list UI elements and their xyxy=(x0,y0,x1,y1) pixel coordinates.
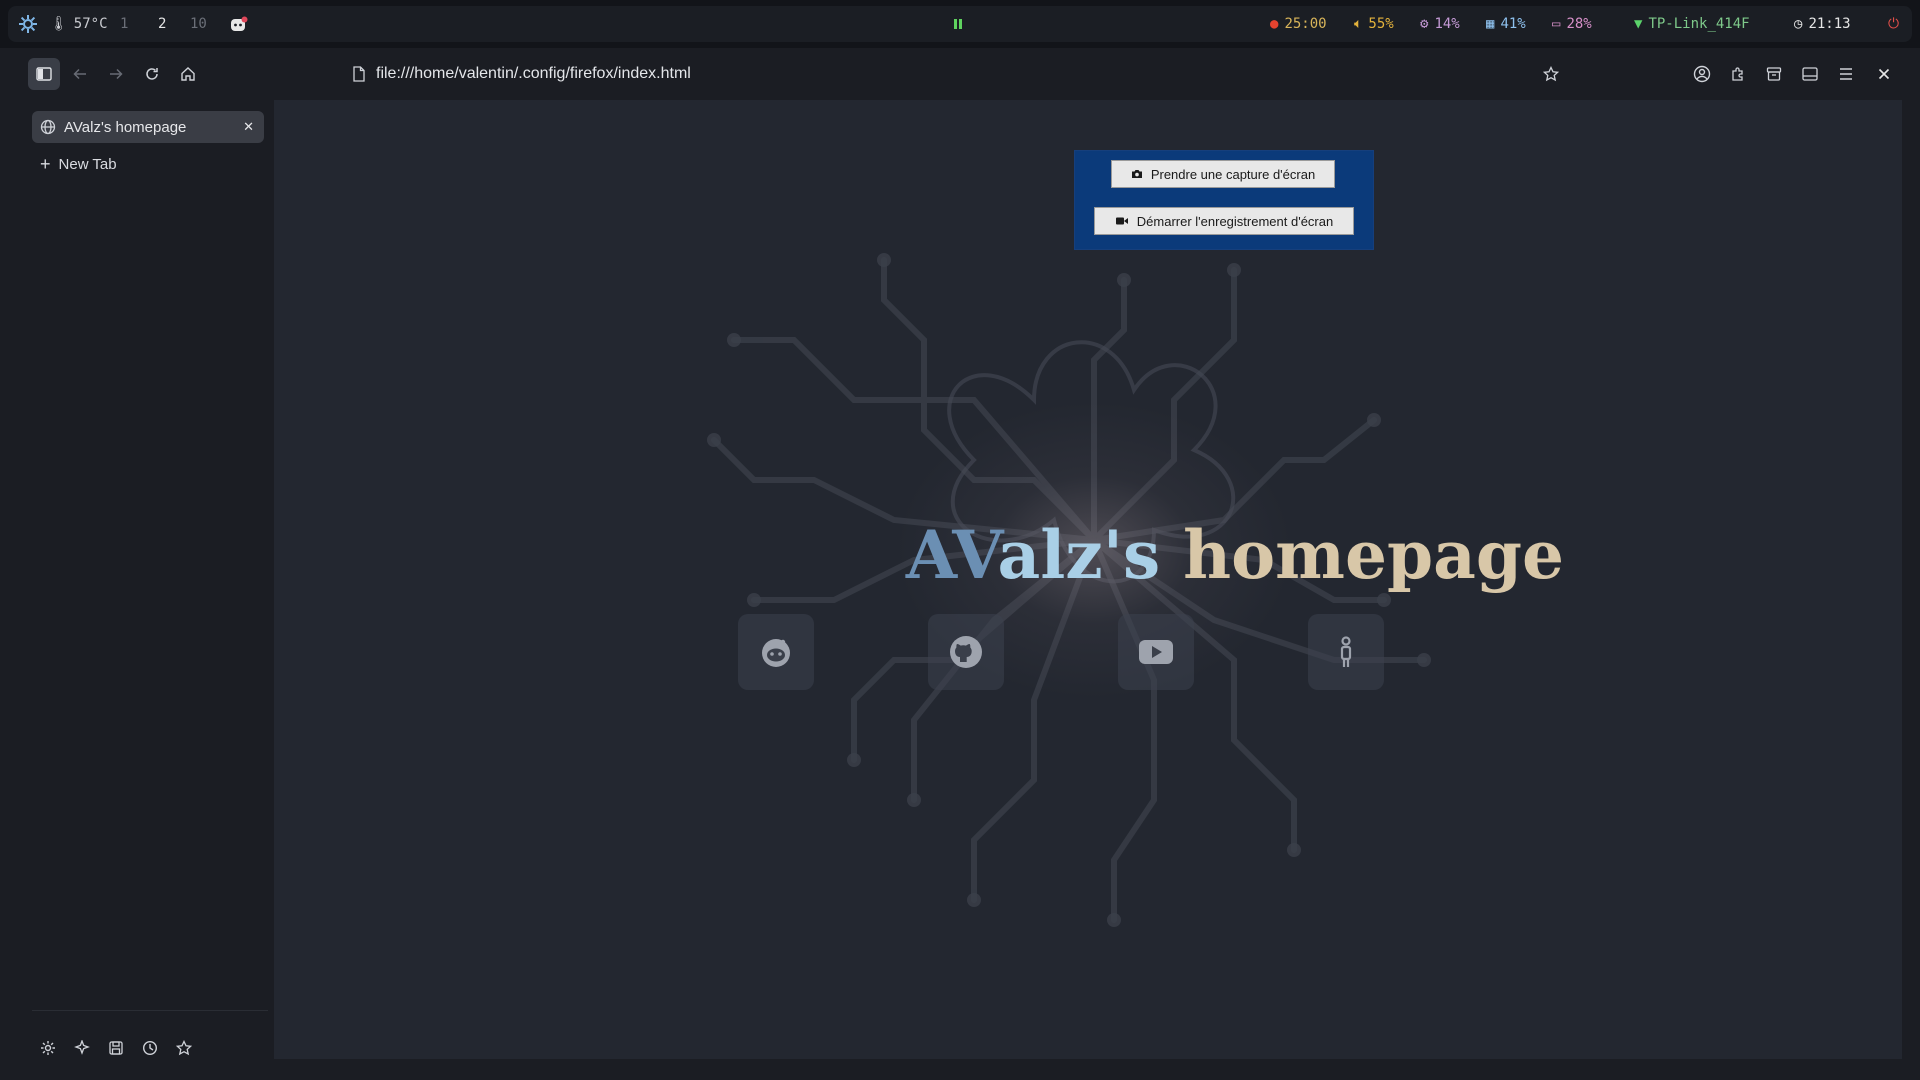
pomodoro-timer[interactable]: ● 25:00 xyxy=(1270,6,1327,42)
new-tab-button[interactable]: + New Tab xyxy=(32,148,264,180)
speaker-icon: 🔈︎ xyxy=(1354,16,1363,32)
workspace-10[interactable]: 10 xyxy=(190,6,207,42)
system-menu-icon[interactable] xyxy=(18,6,38,42)
homepage-title: AValz's homepage xyxy=(905,516,1564,594)
layout-panel-icon[interactable] xyxy=(1794,58,1826,90)
github-link-icon[interactable] xyxy=(928,614,1004,690)
page-document-icon xyxy=(352,66,366,82)
clock-icon: ◷ xyxy=(1794,16,1803,32)
settings-icon[interactable] xyxy=(32,1032,64,1064)
close-window-icon[interactable] xyxy=(1868,58,1900,90)
power-icon[interactable]: ⏻ xyxy=(1888,6,1899,42)
workspace-1[interactable]: 1 xyxy=(120,6,128,42)
sidebar-footer-divider xyxy=(32,1010,268,1011)
memory-icon: ▦ xyxy=(1486,16,1495,32)
start-recording-label: Démarrer l'enregistrement d'écran xyxy=(1136,213,1334,229)
reload-icon[interactable] xyxy=(136,58,168,90)
extensions-puzzle-icon[interactable] xyxy=(1722,58,1754,90)
new-tab-label: New Tab xyxy=(58,155,117,173)
sidebar: AValz's homepage ✕ + New Tab xyxy=(0,48,274,1080)
bookmark-star-icon[interactable] xyxy=(1535,58,1567,90)
url-bar[interactable]: file:///home/valentin/.config/firefox/in… xyxy=(340,58,1570,90)
url-text: file:///home/valentin/.config/firefox/in… xyxy=(376,65,691,82)
system-top-bar: 🌡︎ 57°C 1 2 10 ● 25:00 🔈︎ 55% ⚙ 14% ▦ 41… xyxy=(8,6,1912,42)
wifi-icon: ▼ xyxy=(1634,16,1643,32)
back-arrow-icon[interactable] xyxy=(64,58,96,90)
tomato-icon: ● xyxy=(1270,16,1279,32)
thermometer-icon: 🌡︎ xyxy=(50,16,68,32)
browser-window: AValz's homepage ✕ + New Tab file:///hom… xyxy=(0,48,1920,1080)
bookmarks-star-icon[interactable] xyxy=(168,1032,200,1064)
youtube-link-icon[interactable] xyxy=(1118,614,1194,690)
forward-arrow-icon[interactable] xyxy=(100,58,132,90)
camera-icon xyxy=(1131,169,1143,179)
account-icon[interactable] xyxy=(1686,58,1718,90)
home-icon[interactable] xyxy=(172,58,204,90)
cpu-chip-icon: ⚙ xyxy=(1420,16,1429,32)
start-recording-button[interactable]: Démarrer l'enregistrement d'écran xyxy=(1094,207,1354,235)
page-content: AValz's homepage Prendre une capture d'é… xyxy=(274,100,1902,1059)
memory-usage: ▦ 41% xyxy=(1486,16,1526,32)
browser-toolbar: file:///home/valentin/.config/firefox/in… xyxy=(0,48,1920,100)
volume-indicator[interactable]: 🔈︎ 55% xyxy=(1354,6,1394,42)
tab-avalz-homepage[interactable]: AValz's homepage ✕ xyxy=(32,111,264,143)
workspace-2[interactable]: 2 xyxy=(158,6,166,42)
tab-title: AValz's homepage xyxy=(64,118,187,136)
reddit-link-icon[interactable] xyxy=(738,614,814,690)
globe-icon xyxy=(40,119,56,135)
cpu-temperature: 🌡︎ 57°C xyxy=(50,16,108,32)
quick-links xyxy=(738,614,1458,690)
battery-indicator: ▭ 28% xyxy=(1552,16,1592,32)
close-tab-icon[interactable]: ✕ xyxy=(243,119,254,135)
hamburger-menu-icon[interactable] xyxy=(1830,58,1862,90)
wifi-indicator[interactable]: ▼ TP-Link_414F xyxy=(1634,6,1750,42)
cpu-usage: ⚙ 14% xyxy=(1420,16,1460,32)
take-screenshot-label: Prendre une capture d'écran xyxy=(1150,166,1316,182)
screenshot-popup: Prendre une capture d'écran Démarrer l'e… xyxy=(1074,150,1374,250)
notification-icon[interactable] xyxy=(230,6,248,42)
save-icon[interactable] xyxy=(100,1032,132,1064)
sidebar-toggle-icon[interactable] xyxy=(28,58,60,90)
container-box-icon[interactable] xyxy=(1758,58,1790,90)
sparkle-icon[interactable] xyxy=(66,1032,98,1064)
history-icon[interactable] xyxy=(134,1032,166,1064)
person-link-icon[interactable] xyxy=(1308,614,1384,690)
clock[interactable]: ◷ 21:13 xyxy=(1794,6,1851,42)
video-camera-icon xyxy=(1115,216,1129,226)
pause-indicator-icon[interactable] xyxy=(953,6,963,42)
battery-icon: ▭ xyxy=(1552,16,1561,32)
take-screenshot-button[interactable]: Prendre une capture d'écran xyxy=(1111,160,1335,188)
plus-icon: + xyxy=(40,153,51,174)
